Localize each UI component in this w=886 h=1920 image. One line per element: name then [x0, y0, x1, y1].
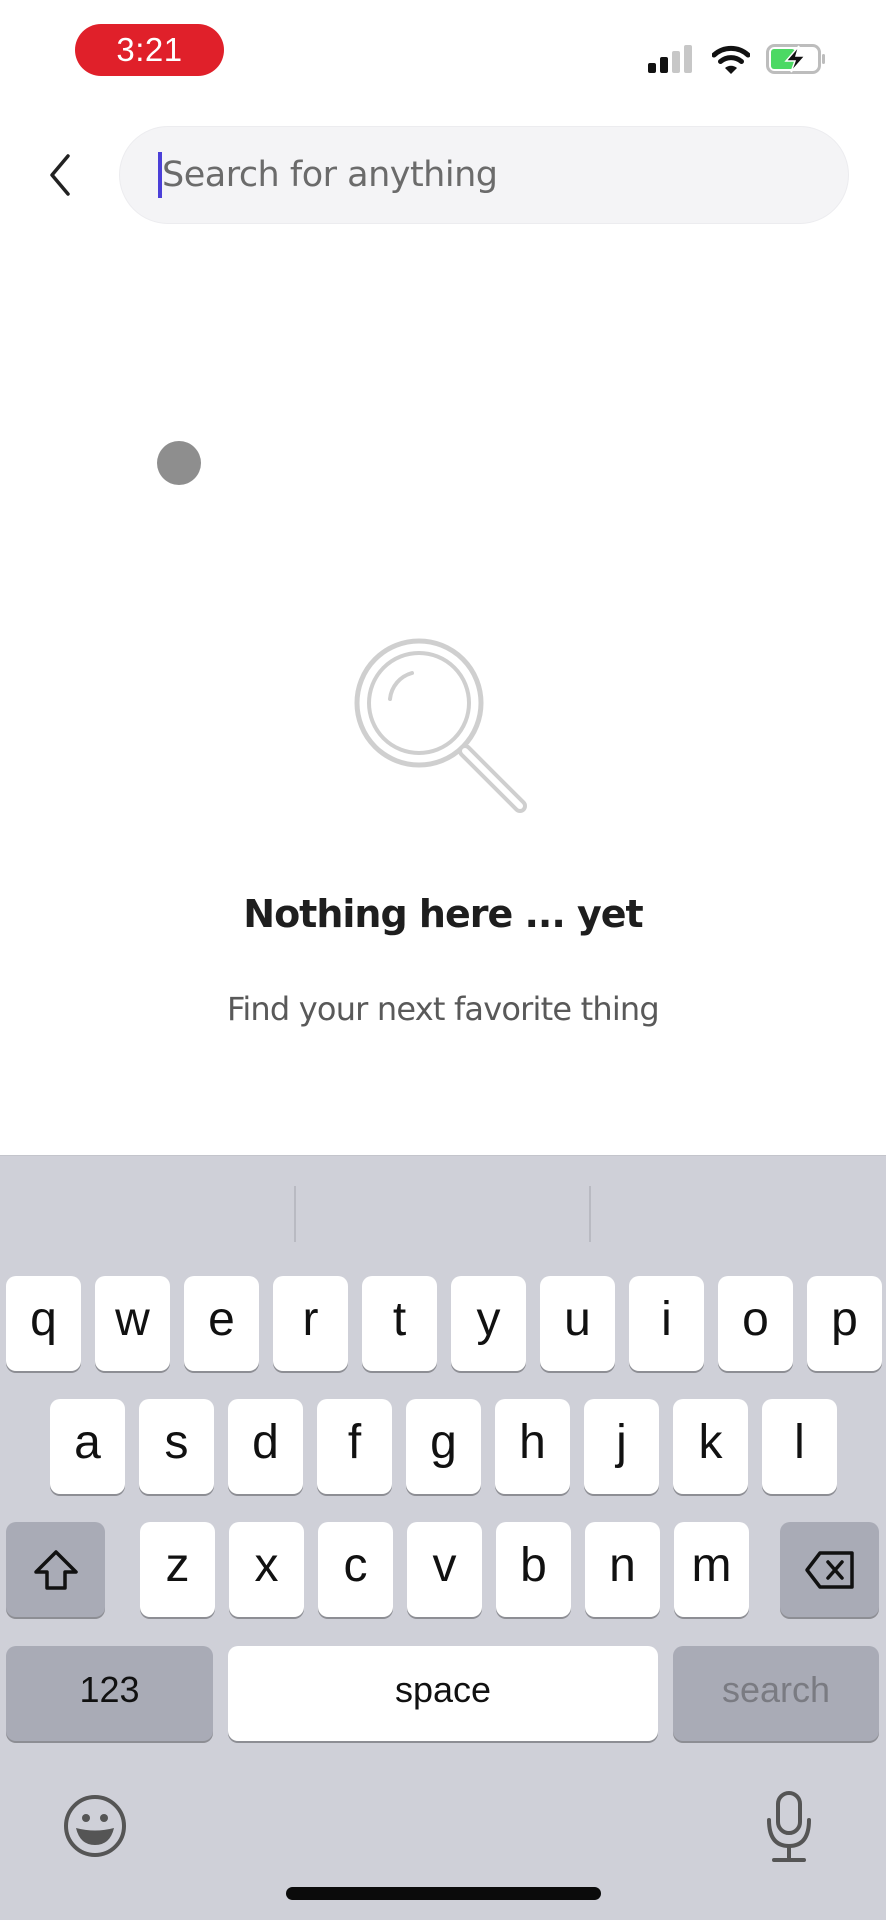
key-label: b	[520, 1539, 547, 1592]
key-c[interactable]: c	[318, 1522, 393, 1617]
key-label: z	[165, 1539, 190, 1592]
key-i[interactable]: i	[629, 1276, 704, 1371]
key-label: t	[392, 1293, 407, 1346]
key-label: w	[115, 1293, 150, 1346]
suggestion-divider	[294, 1186, 296, 1242]
key-label: n	[609, 1539, 636, 1592]
home-indicator	[286, 1887, 601, 1900]
key-label: c	[343, 1539, 368, 1592]
microphone-icon[interactable]	[766, 1790, 812, 1864]
numbers-key[interactable]: 123	[6, 1646, 213, 1741]
wifi-icon	[712, 45, 750, 74]
key-label: s	[164, 1416, 189, 1469]
key-label: i	[661, 1293, 672, 1346]
key-label: y	[476, 1293, 501, 1346]
key-label: d	[252, 1416, 279, 1469]
key-label: f	[347, 1416, 362, 1469]
key-v[interactable]: v	[407, 1522, 482, 1617]
search-bar[interactable]	[119, 126, 849, 224]
key-label: r	[302, 1293, 319, 1346]
key-x[interactable]: x	[229, 1522, 304, 1617]
search-input[interactable]	[162, 155, 802, 195]
key-z[interactable]: z	[140, 1522, 215, 1617]
key-label: e	[208, 1293, 235, 1346]
key-u[interactable]: u	[540, 1276, 615, 1371]
keyboard: q w e r t y u i o p a s d f g h j k l z x c v b n m 123 space s…	[0, 1155, 886, 1920]
key-label: h	[519, 1416, 546, 1469]
key-s[interactable]: s	[139, 1399, 214, 1494]
backspace-icon	[804, 1550, 854, 1589]
key-p[interactable]: p	[807, 1276, 882, 1371]
search-key[interactable]: search	[673, 1646, 879, 1741]
key-b[interactable]: b	[496, 1522, 571, 1617]
shift-key[interactable]	[6, 1522, 105, 1617]
key-label: a	[74, 1416, 101, 1469]
key-label: k	[698, 1416, 723, 1469]
key-o[interactable]: o	[718, 1276, 793, 1371]
shift-icon	[33, 1549, 78, 1590]
key-f[interactable]: f	[317, 1399, 392, 1494]
key-t[interactable]: t	[362, 1276, 437, 1371]
key-e[interactable]: e	[184, 1276, 259, 1371]
key-k[interactable]: k	[673, 1399, 748, 1494]
touch-indicator	[157, 441, 201, 485]
key-a[interactable]: a	[50, 1399, 125, 1494]
status-time: 3:21	[75, 24, 224, 76]
search-key-label: search	[721, 1668, 831, 1710]
numbers-key-label: 123	[79, 1668, 140, 1710]
cellular-signal-icon	[648, 45, 692, 73]
key-label: l	[794, 1416, 805, 1469]
key-label: o	[742, 1293, 769, 1346]
empty-state-subtitle: Find your next favorite thing	[227, 990, 660, 1028]
space-key-label: space	[394, 1668, 492, 1710]
key-l[interactable]: l	[762, 1399, 837, 1494]
back-chevron-icon[interactable]	[40, 150, 80, 200]
key-w[interactable]: w	[95, 1276, 170, 1371]
emoji-icon[interactable]	[62, 1793, 128, 1859]
key-label: p	[831, 1293, 858, 1346]
key-j[interactable]: j	[584, 1399, 659, 1494]
battery-charging-icon	[766, 44, 825, 74]
key-label: m	[691, 1539, 732, 1592]
key-q[interactable]: q	[6, 1276, 81, 1371]
key-g[interactable]: g	[406, 1399, 481, 1494]
key-n[interactable]: n	[585, 1522, 660, 1617]
key-h[interactable]: h	[495, 1399, 570, 1494]
key-label: v	[432, 1539, 457, 1592]
key-r[interactable]: r	[273, 1276, 348, 1371]
magnifying-glass-icon	[354, 638, 527, 813]
key-label: x	[254, 1539, 279, 1592]
key-label: j	[616, 1416, 627, 1469]
key-m[interactable]: m	[674, 1522, 749, 1617]
empty-state-title: Nothing here ... yet	[243, 892, 643, 936]
key-d[interactable]: d	[228, 1399, 303, 1494]
suggestion-divider	[589, 1186, 591, 1242]
key-label: g	[430, 1416, 457, 1469]
delete-key[interactable]	[780, 1522, 879, 1617]
key-label: u	[564, 1293, 591, 1346]
space-key[interactable]: space	[228, 1646, 658, 1741]
key-y[interactable]: y	[451, 1276, 526, 1371]
key-label: q	[30, 1293, 57, 1346]
